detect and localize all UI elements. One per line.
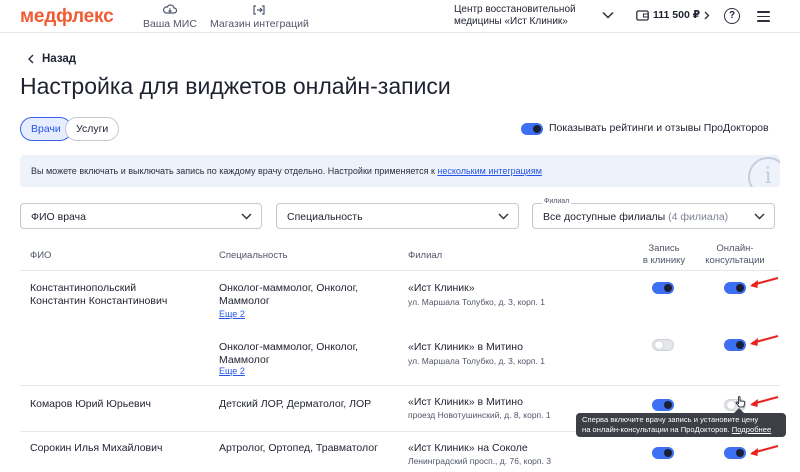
balance-amount: 111 500 ₽	[653, 9, 701, 21]
chevron-right-icon	[704, 11, 710, 19]
clinic-name-line2: медицины «Ист Клиник»	[454, 16, 568, 27]
info-banner: Вы можете включать и выключать запись по…	[20, 155, 780, 187]
doctor-filter-placeholder: ФИО врача	[31, 211, 86, 223]
specialty-filter-placeholder: Специальность	[287, 211, 363, 223]
back-link[interactable]: Назад	[28, 53, 76, 65]
integrations-link[interactable]: нескольким интеграциям	[437, 166, 541, 176]
integration-icon	[253, 5, 266, 15]
page-title: Настройка для виджетов онлайн-записи	[20, 73, 451, 99]
wallet-icon	[636, 9, 649, 21]
branch-filter-label: Филиал	[542, 198, 572, 205]
red-arrow-icon	[750, 335, 779, 346]
hand-cursor-icon	[735, 396, 746, 408]
red-arrow-icon	[750, 445, 779, 456]
chevron-down-icon[interactable]	[602, 11, 614, 19]
doctor-specialty: Детский ЛОР, Дерматолог, ЛОР	[219, 398, 372, 410]
branch-filter[interactable]: Филиал Все доступные филиалы (4 филиала)	[532, 198, 775, 229]
col-header-branch: Филиал	[408, 250, 443, 261]
online-consult-toggle[interactable]	[724, 339, 746, 351]
branch-address: ул. Маршала Толубко, д. 3, корп. 1	[408, 297, 545, 307]
branch-name: «Ист Клиник» в Митино	[408, 396, 523, 408]
doctor-specialty: Онколог-маммолог, Онколог, Маммолог	[219, 341, 359, 366]
back-label: Назад	[42, 53, 77, 65]
ratings-toggle-label: Показывать рейтинги и отзывы ПроДокторов	[549, 122, 769, 134]
clinic-booking-toggle[interactable]	[652, 447, 674, 459]
specialty-filter[interactable]: Специальность	[276, 203, 519, 229]
red-arrow-icon	[750, 277, 779, 288]
doctor-name: Константинопольский Константин Константин…	[30, 282, 168, 307]
branch-address: проезд Новотушинский, д. 8, корп. 1	[408, 410, 551, 420]
col-header-specialty: Специальность	[219, 250, 288, 261]
nav-integration-store[interactable]: Магазин интеграций	[210, 4, 309, 30]
tooltip-more-link[interactable]: Подробнее	[732, 425, 771, 434]
chevron-down-icon	[754, 213, 765, 220]
col-header-clinic: Запись в клинику	[642, 243, 686, 266]
clinic-name-line1: Центр восстановительной	[454, 4, 576, 15]
info-icon: i	[748, 157, 780, 187]
clinic-selector[interactable]: Центр восстановительной медицины «Ист Кл…	[454, 4, 599, 28]
divider	[20, 385, 780, 386]
doctor-filter[interactable]: ФИО врача	[20, 203, 262, 229]
chevron-down-icon	[498, 213, 509, 220]
red-arrow-icon	[750, 396, 779, 407]
nav-your-mis-label: Ваша МИС	[143, 18, 197, 30]
logo[interactable]: медфлекс	[20, 6, 114, 28]
branch-filter-value: Все доступные филиалы (4 филиала)	[543, 211, 729, 223]
branch-address: Ленинградский просп., д. 76, корп. 3	[408, 456, 551, 466]
doctor-specialty: Онколог-маммолог, Онколог, Маммолог	[219, 282, 359, 307]
chevron-left-icon	[28, 54, 34, 64]
nav-integration-store-label: Магазин интеграций	[210, 18, 309, 30]
col-header-online: Онлайн-консультации	[705, 243, 765, 266]
doctor-name: Сорокин Илья Михайлович	[30, 442, 163, 454]
more-specialties-link[interactable]: Еще 2	[219, 309, 245, 319]
branch-name: «Ист Клиник» на Соколе	[408, 442, 528, 454]
branch-name: «Ист Клиник» в Митино	[408, 341, 523, 353]
info-text: Вы можете включать и выключать запись по…	[31, 166, 542, 176]
clinic-booking-toggle[interactable]	[652, 399, 674, 411]
menu-icon[interactable]	[757, 11, 770, 25]
help-icon[interactable]: ?	[724, 8, 740, 24]
col-header-name: ФИО	[30, 250, 52, 261]
doctor-name: Комаров Юрий Юрьевич	[30, 398, 151, 410]
branch-address: ул. Маршала Толубко, д. 3, корп. 1	[408, 356, 545, 366]
balance[interactable]: 111 500 ₽	[636, 9, 710, 21]
tab-services[interactable]: Услуги	[65, 117, 120, 141]
tooltip: Сперва включите врачу запись и установит…	[576, 408, 786, 437]
ratings-toggle[interactable]	[521, 123, 543, 135]
cloud-icon	[162, 4, 177, 14]
divider	[20, 270, 780, 271]
doctor-specialty: Артролог, Ортопед, Травматолог	[219, 442, 378, 454]
top-bar: медфлекс Ваша МИС Магазин интеграций Цен…	[0, 0, 800, 33]
chevron-down-icon	[241, 213, 252, 220]
branch-name: «Ист Клиник»	[408, 282, 475, 294]
online-consult-toggle[interactable]	[724, 282, 746, 294]
nav-your-mis[interactable]: Ваша МИС	[143, 4, 197, 30]
clinic-booking-toggle[interactable]	[652, 339, 674, 351]
clinic-booking-toggle[interactable]	[652, 282, 674, 294]
online-consult-toggle[interactable]	[724, 447, 746, 459]
more-specialties-link[interactable]: Еще 2	[219, 366, 245, 376]
